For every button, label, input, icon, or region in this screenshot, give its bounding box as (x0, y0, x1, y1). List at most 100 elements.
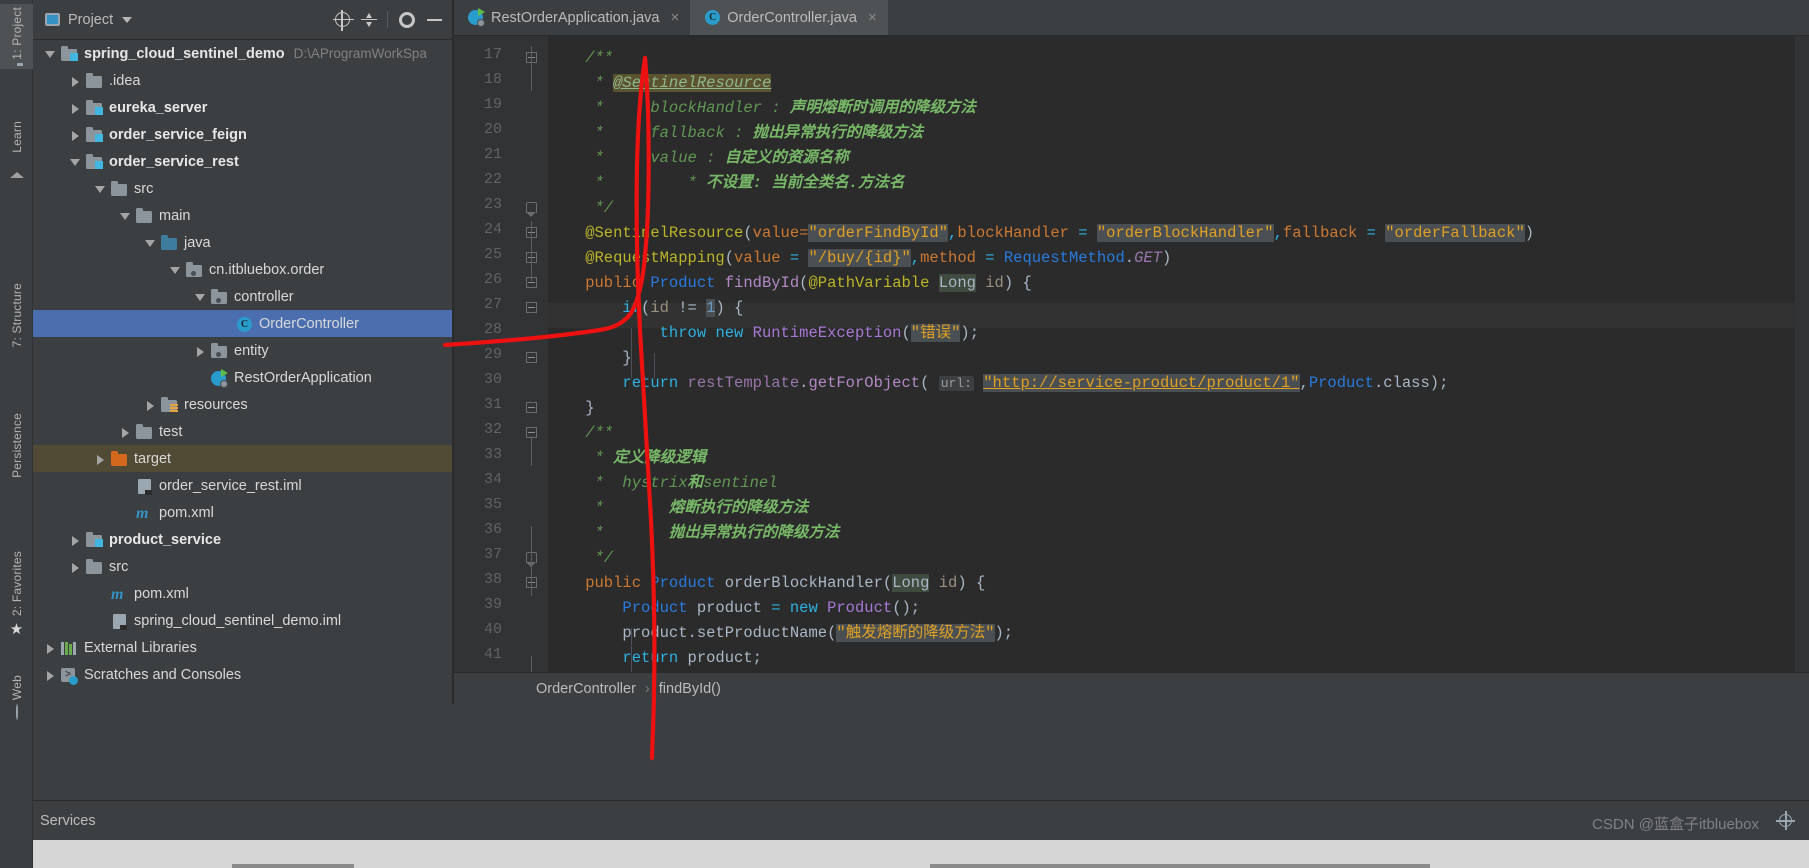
chevron-open-icon[interactable] (118, 209, 132, 223)
tree-node-java[interactable]: java (33, 229, 452, 256)
code-line[interactable]: return restTemplate. getForObject( url: "… (548, 371, 1448, 396)
toolwindow-tab-persistence[interactable]: Persistence (0, 410, 33, 487)
tree-node-resources[interactable]: resources (33, 391, 452, 418)
chevron-closed-icon[interactable] (193, 344, 207, 358)
chevron-down-icon[interactable] (122, 16, 133, 23)
settings-button[interactable] (394, 7, 420, 33)
code-line[interactable]: product.setProductName("触发熔断的降级方法"); (548, 621, 1013, 646)
code-line[interactable]: public Product orderBlockHandler(Long id… (548, 571, 985, 596)
services-button[interactable]: Services (40, 813, 96, 829)
code-line[interactable]: /** (548, 421, 613, 446)
taskbar-item[interactable] (232, 864, 354, 868)
code-line[interactable]: @RequestMapping(value = "/buy/{id}",meth… (548, 246, 1171, 271)
tree-node-spring-cloud-sentinel-demo-iml[interactable]: spring_cloud_sentinel_demo.iml (33, 607, 452, 634)
chevron-closed-icon[interactable] (68, 560, 82, 574)
editor-viewport[interactable]: 17 18 19 20 21 22 23 24 25 26 27 28 29 30 31 32 33 34 35 36… (454, 36, 1809, 704)
fold-marker-icon[interactable] (525, 301, 538, 314)
fold-marker-icon[interactable] (525, 401, 538, 414)
chevron-open-icon[interactable] (168, 263, 182, 277)
chevron-open-icon[interactable] (68, 155, 82, 169)
tree-node-scratches-and-consoles[interactable]: > Scratches and Consoles (33, 661, 452, 688)
close-icon[interactable]: × (868, 10, 877, 25)
tree-node-entity[interactable]: entity (33, 337, 452, 364)
code-line[interactable]: * value : 自定义的资源名称 (548, 146, 849, 171)
chevron-open-icon[interactable] (43, 47, 57, 61)
chevron-closed-icon[interactable] (43, 668, 57, 682)
chevron-closed-icon[interactable] (118, 425, 132, 439)
tree-node-ordercontroller[interactable]: C OrderController (33, 310, 452, 337)
tree-node-test[interactable]: test (33, 418, 452, 445)
chevron-open-icon[interactable] (93, 182, 107, 196)
code-line[interactable]: } (548, 346, 631, 371)
code-line[interactable]: * 熔断执行的降级方法 (548, 496, 809, 521)
code-line[interactable]: */ (548, 546, 614, 571)
chevron-open-icon[interactable] (143, 236, 157, 250)
code-line[interactable]: * 定义降级逻辑 (548, 446, 707, 471)
editor-tab-restorderapplication-java[interactable]: RestOrderApplication.java × (454, 0, 691, 35)
tree-node-spring-cloud-sentinel-demo[interactable]: spring_cloud_sentinel_demo D:\AProgramWor… (33, 40, 452, 67)
code-line[interactable]: /** (548, 46, 613, 71)
code-line[interactable]: } (548, 396, 594, 421)
toolwindow-tab-persistence-label: Persistence (9, 413, 24, 478)
tree-node-cn-itbluebox-order[interactable]: cn.itbluebox.order (33, 256, 452, 283)
code-line[interactable]: return product; (548, 646, 762, 671)
code-line[interactable]: @SentinelResource(value="orderFindById",… (548, 221, 1534, 246)
tree-node-external-libraries[interactable]: External Libraries (33, 634, 452, 661)
toolwindow-tab-favorites[interactable]: 2: Favorites ★ (0, 548, 33, 640)
code-line[interactable]: * * 不设置: 当前全类名.方法名 (548, 171, 905, 196)
tree-node-eureka-server[interactable]: eureka_server (33, 94, 452, 121)
tree-node-order-service-feign[interactable]: order_service_feign (33, 121, 452, 148)
chevron-closed-icon[interactable] (43, 641, 57, 655)
code-line[interactable]: Product product = new Product(); (548, 596, 920, 621)
code-line[interactable]: throw new RuntimeException("错误"); (548, 321, 979, 346)
toolwindow-tab-learn[interactable]: Learn (0, 118, 33, 178)
chevron-closed-icon[interactable] (68, 128, 82, 142)
close-icon[interactable]: × (670, 10, 679, 25)
hide-button[interactable] (421, 7, 447, 33)
chevron-closed-icon[interactable] (143, 398, 157, 412)
fold-marker-icon[interactable] (525, 351, 538, 364)
project-tree[interactable]: spring_cloud_sentinel_demo D:\AProgramWor… (33, 40, 453, 691)
tree-node-restorderapplication[interactable]: RestOrderApplication (33, 364, 452, 391)
code-line[interactable]: * 抛出异常执行的降级方法 (548, 521, 840, 546)
fold-region-end-icon[interactable] (525, 201, 538, 217)
code-line[interactable]: * @SentinelResource (548, 71, 772, 96)
tree-node-pom-xml[interactable]: m pom.xml (33, 580, 452, 607)
fold-column[interactable] (522, 36, 544, 704)
chevron-closed-icon[interactable] (93, 452, 107, 466)
code-line[interactable]: * fallback : 抛出异常执行的降级方法 (548, 121, 924, 146)
collapse-all-button[interactable] (356, 7, 382, 33)
code-line[interactable]: * hystrix和sentinel (548, 471, 778, 496)
toolwindow-tab-project[interactable]: 1: Project (0, 4, 33, 69)
chevron-open-icon[interactable] (193, 290, 207, 304)
tree-node-controller[interactable]: controller (33, 283, 452, 310)
toolwindow-tab-web[interactable]: Web (0, 672, 33, 721)
tree-node-src[interactable]: src (33, 175, 452, 202)
code-line[interactable]: */ (548, 196, 614, 221)
tree-node-pom-xml[interactable]: m pom.xml (33, 499, 452, 526)
breadcrumb[interactable]: OrderController › findById() (454, 672, 1809, 704)
tree-node-order-service-rest-iml[interactable]: order_service_rest.iml (33, 472, 452, 499)
editor-tab-ordercontroller-java[interactable]: C OrderController.java × (690, 0, 888, 35)
chevron-closed-icon[interactable] (68, 533, 82, 547)
editor-marker-stripe[interactable] (1795, 36, 1809, 704)
tree-node-product-service[interactable]: product_service (33, 526, 452, 553)
chevron-closed-icon[interactable] (68, 101, 82, 115)
scroll-from-source-button[interactable] (329, 7, 355, 33)
code-line[interactable]: if(id != 1) { (548, 296, 743, 321)
toolwindow-tab-structure[interactable]: 7: Structure (0, 280, 33, 356)
tree-node--idea[interactable]: .idea (33, 67, 452, 94)
tree-node-order-service-rest[interactable]: order_service_rest (33, 148, 452, 175)
tree-node-label: java (184, 234, 211, 251)
editor-gutter[interactable]: 17 18 19 20 21 22 23 24 25 26 27 28 29 30 31 32 33 34 35 36… (454, 36, 548, 704)
tree-node-target[interactable]: target (33, 445, 452, 472)
taskbar-item[interactable] (930, 864, 1430, 868)
chevron-closed-icon[interactable] (68, 74, 82, 88)
breadcrumb-method[interactable]: findById() (659, 681, 721, 697)
code-line[interactable]: * blockHandler : 声明熔断时调用的降级方法 (548, 96, 976, 121)
code-line[interactable]: public Product findById(@PathVariable Lo… (548, 271, 1032, 296)
breadcrumb-class[interactable]: OrderController (536, 681, 636, 697)
tree-node-main[interactable]: main (33, 202, 452, 229)
tree-node-src[interactable]: src (33, 553, 452, 580)
tree-node-label: src (109, 558, 129, 575)
